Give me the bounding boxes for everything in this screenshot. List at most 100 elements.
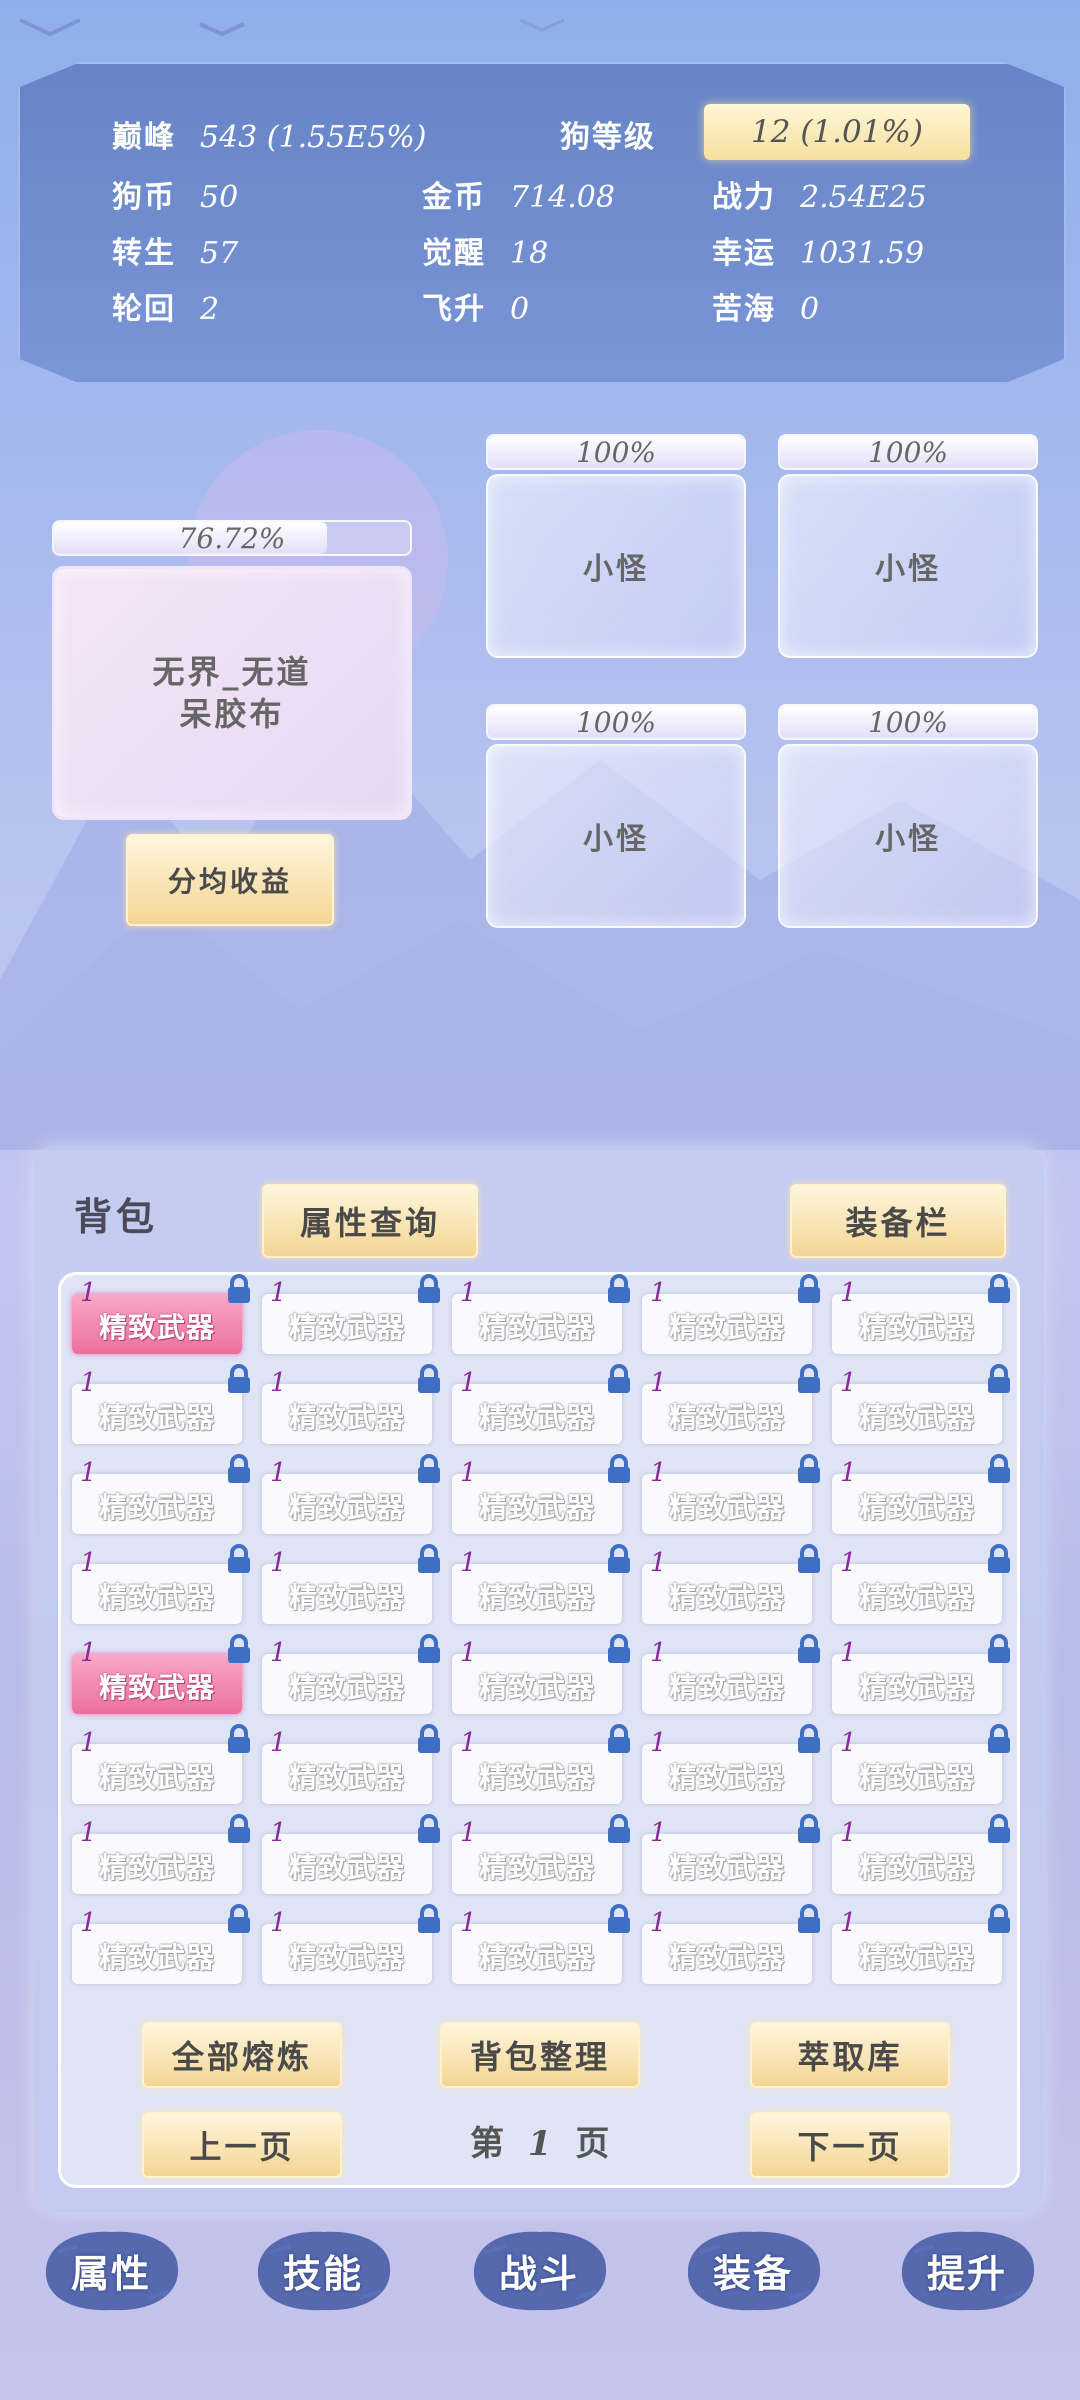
- item-slot[interactable]: 1 精致武器: [72, 1724, 250, 1804]
- lock-icon[interactable]: [226, 1544, 252, 1574]
- monster-card[interactable]: 小怪: [486, 744, 746, 928]
- lock-icon[interactable]: [226, 1634, 252, 1664]
- lock-icon[interactable]: [986, 1364, 1012, 1394]
- extract-vault-button[interactable]: 萃取库: [750, 2022, 950, 2088]
- nav-tab[interactable]: 战斗: [466, 2222, 612, 2318]
- item-slot[interactable]: 1 精致武器: [72, 1454, 250, 1534]
- item-slot[interactable]: 1 精致武器: [262, 1904, 440, 1984]
- item-slot[interactable]: 1 精致武器: [72, 1274, 250, 1354]
- item-slot[interactable]: 1 精致武器: [262, 1364, 440, 1444]
- item-name: 精致武器: [858, 1401, 975, 1434]
- item-slot[interactable]: 1 精致武器: [452, 1274, 630, 1354]
- monster-card[interactable]: 小怪: [778, 744, 1038, 928]
- item-slot[interactable]: 1 精致武器: [262, 1814, 440, 1894]
- lock-icon[interactable]: [416, 1724, 442, 1754]
- lock-icon[interactable]: [416, 1904, 442, 1934]
- lock-icon[interactable]: [226, 1724, 252, 1754]
- lock-icon[interactable]: [416, 1364, 442, 1394]
- lock-icon[interactable]: [986, 1274, 1012, 1304]
- item-slot[interactable]: 1 精致武器: [452, 1904, 630, 1984]
- item-slot[interactable]: 1 精致武器: [262, 1274, 440, 1354]
- lock-icon[interactable]: [986, 1724, 1012, 1754]
- lock-icon[interactable]: [606, 1274, 632, 1304]
- lock-icon[interactable]: [606, 1814, 632, 1844]
- lock-icon[interactable]: [986, 1814, 1012, 1844]
- nav-tab[interactable]: 提升: [894, 2222, 1040, 2318]
- lock-icon[interactable]: [606, 1544, 632, 1574]
- nav-tab[interactable]: 属性: [38, 2222, 184, 2318]
- lock-icon[interactable]: [796, 1814, 822, 1844]
- lock-icon[interactable]: [796, 1454, 822, 1484]
- item-slot[interactable]: 1 精致武器: [72, 1904, 250, 1984]
- item-slot[interactable]: 1 精致武器: [832, 1544, 1010, 1624]
- item-slot[interactable]: 1 精致武器: [642, 1364, 820, 1444]
- lock-icon[interactable]: [796, 1904, 822, 1934]
- lock-icon[interactable]: [986, 1544, 1012, 1574]
- lock-icon[interactable]: [986, 1904, 1012, 1934]
- item-slot[interactable]: 1 精致武器: [642, 1904, 820, 1984]
- lock-icon[interactable]: [226, 1904, 252, 1934]
- lock-icon[interactable]: [606, 1454, 632, 1484]
- boss-card[interactable]: 无界_无道 呆胶布: [52, 566, 412, 820]
- item-slot[interactable]: 1 精致武器: [832, 1904, 1010, 1984]
- monster-card[interactable]: 小怪: [778, 474, 1038, 658]
- lock-icon[interactable]: [606, 1634, 632, 1664]
- lock-icon[interactable]: [226, 1274, 252, 1304]
- lock-icon[interactable]: [606, 1904, 632, 1934]
- lock-icon[interactable]: [796, 1274, 822, 1304]
- item-slot[interactable]: 1 精致武器: [262, 1454, 440, 1534]
- lock-icon[interactable]: [416, 1454, 442, 1484]
- lock-icon[interactable]: [226, 1454, 252, 1484]
- item-slot[interactable]: 1 精致武器: [72, 1634, 250, 1714]
- item-slot[interactable]: 1 精致武器: [452, 1454, 630, 1534]
- item-count: 1: [270, 1278, 287, 1308]
- lock-icon[interactable]: [796, 1544, 822, 1574]
- nav-tab[interactable]: 技能: [250, 2222, 396, 2318]
- item-slot[interactable]: 1 精致武器: [452, 1634, 630, 1714]
- item-slot[interactable]: 1 精致武器: [452, 1544, 630, 1624]
- lock-icon[interactable]: [416, 1634, 442, 1664]
- monster-card[interactable]: 小怪: [486, 474, 746, 658]
- lock-icon[interactable]: [226, 1814, 252, 1844]
- item-slot[interactable]: 1 精致武器: [832, 1814, 1010, 1894]
- item-slot[interactable]: 1 精致武器: [832, 1274, 1010, 1354]
- lock-icon[interactable]: [606, 1724, 632, 1754]
- share-earnings-button[interactable]: 分均收益: [126, 834, 334, 926]
- item-slot[interactable]: 1 精致武器: [832, 1634, 1010, 1714]
- item-slot[interactable]: 1 精致武器: [72, 1364, 250, 1444]
- lock-icon[interactable]: [796, 1634, 822, 1664]
- item-slot[interactable]: 1 精致武器: [72, 1544, 250, 1624]
- prev-page-button[interactable]: 上一页: [142, 2112, 342, 2178]
- item-slot[interactable]: 1 精致武器: [642, 1724, 820, 1804]
- lock-icon[interactable]: [986, 1454, 1012, 1484]
- item-slot[interactable]: 1 精致武器: [832, 1364, 1010, 1444]
- lock-icon[interactable]: [416, 1814, 442, 1844]
- attribute-query-button[interactable]: 属性查询: [262, 1184, 478, 1258]
- lock-icon[interactable]: [986, 1634, 1012, 1664]
- lock-icon[interactable]: [796, 1724, 822, 1754]
- item-slot[interactable]: 1 精致武器: [262, 1634, 440, 1714]
- sort-backpack-button[interactable]: 背包整理: [440, 2022, 640, 2088]
- item-slot[interactable]: 1 精致武器: [452, 1814, 630, 1894]
- lock-icon[interactable]: [416, 1544, 442, 1574]
- nav-tab[interactable]: 装备: [680, 2222, 826, 2318]
- item-slot[interactable]: 1 精致武器: [832, 1454, 1010, 1534]
- item-slot[interactable]: 1 精致武器: [262, 1544, 440, 1624]
- lock-icon[interactable]: [416, 1274, 442, 1304]
- item-slot[interactable]: 1 精致武器: [642, 1274, 820, 1354]
- item-slot[interactable]: 1 精致武器: [832, 1724, 1010, 1804]
- next-page-button[interactable]: 下一页: [750, 2112, 950, 2178]
- equipment-slot-button[interactable]: 装备栏: [790, 1184, 1006, 1258]
- item-slot[interactable]: 1 精致武器: [262, 1724, 440, 1804]
- item-slot[interactable]: 1 精致武器: [452, 1364, 630, 1444]
- item-slot[interactable]: 1 精致武器: [642, 1454, 820, 1534]
- lock-icon[interactable]: [226, 1364, 252, 1394]
- item-slot[interactable]: 1 精致武器: [642, 1544, 820, 1624]
- item-slot[interactable]: 1 精致武器: [452, 1724, 630, 1804]
- smelt-all-button[interactable]: 全部熔炼: [142, 2022, 342, 2088]
- lock-icon[interactable]: [796, 1364, 822, 1394]
- item-slot[interactable]: 1 精致武器: [72, 1814, 250, 1894]
- item-slot[interactable]: 1 精致武器: [642, 1814, 820, 1894]
- item-slot[interactable]: 1 精致武器: [642, 1634, 820, 1714]
- lock-icon[interactable]: [606, 1364, 632, 1394]
